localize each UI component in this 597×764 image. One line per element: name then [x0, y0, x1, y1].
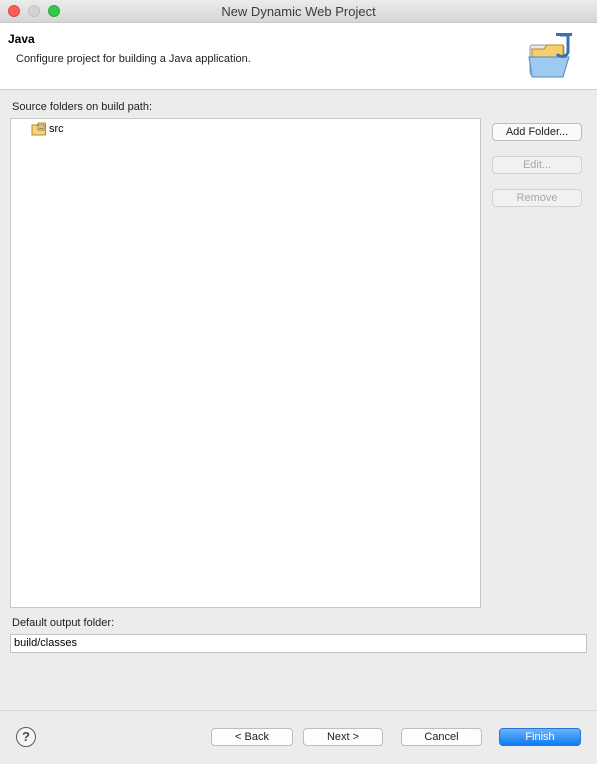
dialog-window: New Dynamic Web Project Java Configure p…	[0, 0, 597, 764]
next-button[interactable]: Next >	[303, 728, 383, 746]
edit-button[interactable]: Edit...	[492, 156, 582, 174]
footer-divider	[0, 710, 597, 711]
source-folder-icon	[31, 122, 46, 136]
source-folder-tree[interactable]: src	[10, 118, 481, 608]
cancel-button[interactable]: Cancel	[401, 728, 482, 746]
title-bar: New Dynamic Web Project	[0, 0, 597, 23]
java-folder-icon	[528, 33, 572, 78]
source-folders-label: Source folders on build path:	[12, 101, 153, 113]
tree-item-src[interactable]: src	[31, 121, 64, 137]
remove-button[interactable]: Remove	[492, 189, 582, 207]
back-button[interactable]: < Back	[211, 728, 293, 746]
tree-item-label: src	[49, 123, 64, 135]
help-icon[interactable]: ?	[16, 727, 36, 747]
finish-button[interactable]: Finish	[499, 728, 581, 746]
page-description: Configure project for building a Java ap…	[16, 53, 251, 65]
wizard-header: Java Configure project for building a Ja…	[0, 23, 597, 90]
add-folder-button[interactable]: Add Folder...	[492, 123, 582, 141]
output-folder-label: Default output folder:	[12, 617, 115, 629]
page-title: Java	[8, 32, 35, 46]
window-title: New Dynamic Web Project	[221, 4, 376, 19]
output-folder-field[interactable]: build/classes	[10, 634, 587, 653]
